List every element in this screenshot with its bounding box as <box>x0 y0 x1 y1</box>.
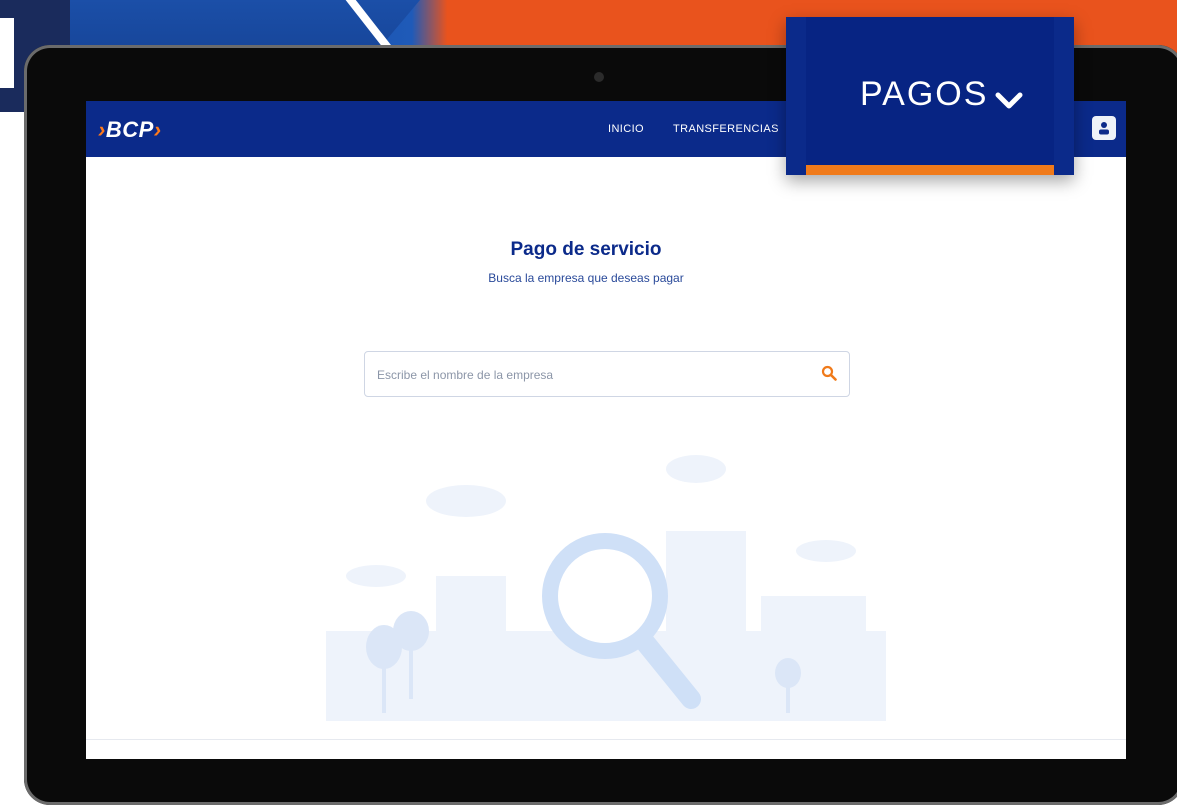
nav-link-inicio[interactable]: INICIO <box>608 123 644 135</box>
webcam-icon <box>594 72 604 82</box>
company-search-input[interactable] <box>375 364 799 386</box>
page-subtitle: Busca la empresa que deseas pagar <box>488 271 684 285</box>
step-number-mark <box>0 18 14 88</box>
search-icon[interactable] <box>821 365 837 381</box>
logo-right-chevron: › <box>153 117 162 142</box>
logo-left-chevron: › <box>98 117 106 142</box>
footer-divider <box>86 739 1126 740</box>
user-menu-button[interactable] <box>1092 116 1116 140</box>
bcp-logo[interactable]: ›BCP› <box>98 117 162 143</box>
chevron-down-icon[interactable] <box>994 91 1024 111</box>
company-search-box[interactable] <box>364 351 850 397</box>
pagos-active-underline <box>806 165 1054 175</box>
logo-text: BCP <box>105 117 154 142</box>
page-title: Pago de servicio <box>510 239 662 260</box>
magnifier-city-illustration <box>326 455 886 721</box>
nav-link-transferencias[interactable]: TRANSFERENCIAS <box>673 123 779 135</box>
user-icon <box>1099 122 1109 135</box>
laptop-screen: ›BCP› INICIO TRANSFERENCIAS Pago de serv… <box>86 101 1126 759</box>
pagos-callout[interactable]: PAGOS <box>786 17 1074 175</box>
pagos-label: PAGOS <box>860 75 989 113</box>
